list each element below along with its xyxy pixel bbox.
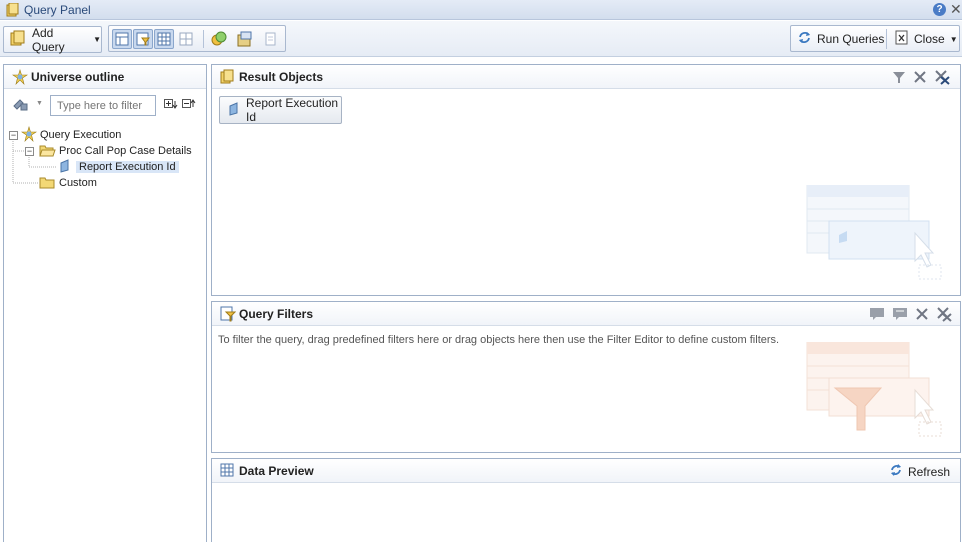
collapse-icon[interactable]: − bbox=[25, 146, 34, 156]
close-document-icon bbox=[895, 30, 909, 48]
refresh-icon bbox=[889, 463, 903, 480]
tree-node-label: Query Execution bbox=[40, 129, 122, 141]
remove-all-icon[interactable] bbox=[936, 306, 952, 325]
add-query-label: Add Query bbox=[32, 25, 65, 54]
panel-title: Data Preview bbox=[239, 464, 314, 478]
divider bbox=[886, 29, 887, 49]
run-queries-label: Run Queries bbox=[817, 32, 885, 46]
query-filters-hint: To filter the query, drag predefined fil… bbox=[218, 334, 780, 346]
run-close-group: Run Queries Close ▼ bbox=[790, 25, 960, 52]
result-objects-panel[interactable]: Result Objects Report Execution Id bbox=[211, 64, 961, 296]
dimension-icon bbox=[228, 101, 239, 119]
remove-icon[interactable] bbox=[913, 70, 927, 87]
close-button[interactable]: Close ▼ bbox=[895, 30, 958, 48]
title-bar: Query Panel ? ✕ bbox=[0, 0, 962, 20]
table-view-icon[interactable] bbox=[176, 29, 196, 49]
query-panel-icon bbox=[5, 2, 19, 20]
panel-title: Result Objects bbox=[239, 70, 324, 84]
chevron-down-icon[interactable]: ▼ bbox=[950, 35, 958, 44]
chevron-down-icon[interactable]: ▼ bbox=[93, 35, 101, 44]
open-folder-icon bbox=[39, 143, 56, 160]
remove-all-icon[interactable] bbox=[934, 69, 950, 88]
refresh-icon bbox=[797, 30, 812, 48]
toolbar: Add Query ▼ Run Queries Close ▼ bbox=[0, 21, 962, 57]
grid-view-icon[interactable] bbox=[154, 29, 174, 49]
query-filters-panel[interactable]: Query Filters To filter the query, drag … bbox=[211, 301, 961, 453]
add-query-icon bbox=[10, 30, 26, 49]
data-preview-icon bbox=[220, 463, 234, 480]
outline-view-icon[interactable] bbox=[112, 29, 132, 49]
collapse-icon[interactable]: − bbox=[9, 130, 18, 140]
close-label: Close bbox=[914, 32, 945, 46]
view-toggle-group bbox=[108, 25, 286, 52]
universe-icon bbox=[21, 125, 37, 145]
tree-node-query-execution[interactable]: − Query Execution bbox=[9, 125, 122, 145]
result-objects-icon bbox=[220, 69, 235, 87]
result-objects-watermark bbox=[806, 185, 942, 280]
query-properties-icon[interactable] bbox=[235, 29, 255, 49]
tree-node-proc-call-folder[interactable]: − Proc Call Pop Case Details bbox=[25, 143, 192, 159]
add-query-button[interactable]: Add Query ▼ bbox=[3, 25, 102, 54]
data-preview-panel: Data Preview Refresh bbox=[211, 458, 961, 542]
combined-query-icon[interactable] bbox=[209, 29, 229, 49]
view-script-icon[interactable] bbox=[260, 29, 280, 49]
panel-actions bbox=[869, 306, 952, 325]
help-icon[interactable]: ? bbox=[933, 3, 946, 16]
remove-icon[interactable] bbox=[915, 307, 929, 324]
edit-filter-comment-icon[interactable] bbox=[892, 307, 908, 324]
run-queries-button[interactable]: Run Queries bbox=[797, 30, 884, 48]
panel-header: Data Preview Refresh bbox=[212, 459, 960, 483]
universe-outline-panel: Universe outline ▼ − Query Execution − bbox=[3, 64, 207, 542]
dimension-icon bbox=[59, 158, 71, 176]
tree-node-report-execution-id[interactable]: Report Execution Id bbox=[59, 158, 179, 176]
tree-node-label: Report Execution Id bbox=[76, 161, 179, 173]
tree-node-label: Proc Call Pop Case Details bbox=[59, 145, 192, 157]
filters-view-icon[interactable] bbox=[133, 29, 153, 49]
filter-icon[interactable] bbox=[892, 70, 906, 87]
refresh-label: Refresh bbox=[907, 464, 950, 479]
folder-icon bbox=[39, 175, 56, 192]
result-object-chip[interactable]: Report Execution Id bbox=[219, 96, 342, 124]
result-object-label: Report Execution Id bbox=[246, 96, 339, 124]
panel-header: Result Objects bbox=[212, 65, 960, 89]
query-filters-watermark bbox=[806, 342, 942, 437]
window-title: Query Panel bbox=[24, 3, 91, 17]
panel-title: Query Filters bbox=[239, 307, 314, 321]
add-filter-comment-icon[interactable] bbox=[869, 307, 885, 324]
panel-header: Query Filters bbox=[212, 302, 960, 326]
tree-node-custom-folder[interactable]: Custom bbox=[39, 175, 97, 191]
tree-node-label: Custom bbox=[59, 177, 97, 189]
panel-actions bbox=[892, 69, 950, 88]
refresh-button[interactable]: Refresh bbox=[889, 463, 950, 480]
close-window-icon[interactable]: ✕ bbox=[950, 1, 962, 18]
divider bbox=[203, 30, 204, 48]
query-filters-icon bbox=[220, 306, 237, 325]
